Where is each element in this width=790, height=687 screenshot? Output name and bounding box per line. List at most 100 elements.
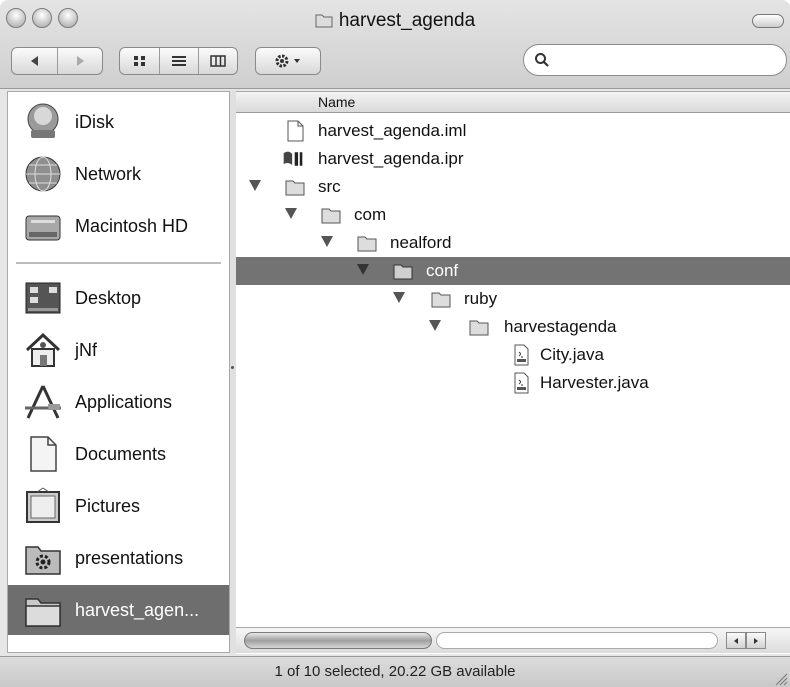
folder-icon bbox=[321, 208, 341, 224]
disclosure-triangle-icon[interactable] bbox=[285, 208, 297, 219]
list-item[interactable]: src bbox=[236, 173, 790, 201]
folder-icon bbox=[315, 14, 333, 28]
sidebar-item-label: Applications bbox=[75, 391, 173, 412]
folder-icon bbox=[285, 180, 305, 196]
search-input[interactable] bbox=[556, 49, 780, 73]
sidebar-item-idisk[interactable]: iDisk bbox=[8, 97, 229, 147]
disclosure-triangle-icon[interactable] bbox=[393, 292, 405, 303]
forward-arrow-icon bbox=[77, 56, 84, 66]
list-view-icon bbox=[172, 56, 186, 66]
column-header-label: Name bbox=[318, 94, 356, 110]
sidebar-item-network[interactable]: Network bbox=[8, 149, 229, 199]
list-item-label: src bbox=[318, 177, 341, 196]
list-item[interactable]: ruby bbox=[236, 285, 790, 313]
icon-view-button[interactable] bbox=[120, 48, 160, 74]
folder-icon bbox=[393, 264, 413, 280]
navigation-segment bbox=[11, 47, 103, 75]
sidebar-item-label: Macintosh HD bbox=[75, 215, 189, 236]
home-icon bbox=[21, 328, 65, 372]
idisk-icon bbox=[21, 100, 65, 144]
sidebar-item-label: Network bbox=[75, 163, 142, 184]
list-item[interactable]: Harvester.java bbox=[236, 369, 790, 397]
right-arrow-icon bbox=[754, 637, 758, 644]
resize-grip-icon[interactable] bbox=[772, 670, 788, 686]
folder-icon bbox=[431, 292, 451, 308]
sidebar-divider bbox=[16, 262, 221, 264]
sidebar-item-harvest-agenda[interactable]: harvest_agen... bbox=[8, 585, 229, 635]
list-item-label: nealford bbox=[390, 233, 452, 252]
list-item-label: harvest_agenda.iml bbox=[318, 121, 467, 140]
column-header-name[interactable]: Name bbox=[236, 92, 790, 113]
project-file-icon bbox=[283, 151, 303, 166]
sidebar-item-desktop[interactable]: Desktop bbox=[8, 273, 229, 323]
list-view-button[interactable] bbox=[160, 48, 199, 74]
toolbar-toggle-button[interactable] bbox=[752, 14, 784, 28]
sidebar-item-label: presentations bbox=[75, 547, 184, 568]
search-icon bbox=[535, 53, 549, 67]
window-title-text: harvest_agenda bbox=[338, 10, 476, 31]
scroll-left-button[interactable] bbox=[726, 632, 746, 649]
sidebar-item-jnf[interactable]: jNf bbox=[8, 325, 229, 375]
list-item-label: conf bbox=[426, 261, 459, 280]
left-arrow-icon bbox=[734, 637, 738, 644]
sidebar-item-label: jNf bbox=[75, 339, 97, 360]
disclosure-triangle-icon[interactable] bbox=[321, 236, 333, 247]
finder-window: harvest_agenda iDisk Network Macintosh H… bbox=[0, 0, 790, 687]
icon-view-icon bbox=[133, 56, 145, 66]
sidebar-item-label: harvest_agen... bbox=[75, 599, 200, 620]
list-item[interactable]: City.java bbox=[236, 341, 790, 369]
search-field[interactable] bbox=[523, 44, 787, 76]
list-item-label: ruby bbox=[464, 289, 498, 308]
list-item-label: harvestagenda bbox=[504, 317, 617, 336]
sidebar-item-macintosh-hd[interactable]: Macintosh HD bbox=[8, 201, 229, 251]
folder-icon bbox=[357, 236, 377, 252]
gear-folder-icon bbox=[21, 536, 65, 580]
forward-button[interactable] bbox=[58, 48, 102, 74]
document-icon bbox=[21, 432, 65, 476]
list-item[interactable]: harvestagenda bbox=[236, 313, 790, 341]
status-bar: 1 of 10 selected, 20.22 GB available bbox=[0, 656, 790, 687]
list-item-label: City.java bbox=[540, 345, 604, 364]
gear-icon bbox=[275, 54, 300, 68]
sidebar-item-label: Desktop bbox=[75, 287, 142, 308]
view-segment bbox=[119, 47, 238, 75]
applications-icon bbox=[21, 380, 65, 424]
splitter-grip bbox=[231, 366, 234, 369]
action-menu-button[interactable] bbox=[255, 47, 321, 75]
sidebar-item-presentations[interactable]: presentations bbox=[8, 533, 229, 583]
sidebar: iDisk Network Macintosh HD Desktop jNf A… bbox=[7, 91, 230, 653]
back-arrow-icon bbox=[30, 56, 38, 66]
disclosure-triangle-icon[interactable] bbox=[429, 320, 441, 331]
sidebar-item-label: Pictures bbox=[75, 495, 141, 516]
list-item-label: com bbox=[354, 205, 387, 224]
list-item-selected[interactable]: conf bbox=[236, 257, 790, 285]
window-title: harvest_agenda bbox=[0, 10, 790, 32]
pictures-icon bbox=[21, 484, 65, 528]
sidebar-item-applications[interactable]: Applications bbox=[8, 377, 229, 427]
list-item[interactable]: nealford bbox=[236, 229, 790, 257]
hard-drive-icon bbox=[21, 204, 65, 248]
scrollbar-track[interactable] bbox=[436, 632, 718, 649]
status-text: 1 of 10 selected, 20.22 GB available bbox=[274, 663, 516, 680]
sidebar-item-label: iDisk bbox=[75, 111, 114, 132]
sidebar-item-documents[interactable]: Documents bbox=[8, 429, 229, 479]
disclosure-triangle-icon[interactable] bbox=[357, 264, 369, 275]
column-view-icon bbox=[210, 55, 226, 67]
network-globe-icon bbox=[21, 152, 65, 196]
list-item-label: harvest_agenda.ipr bbox=[318, 149, 464, 168]
column-view-button[interactable] bbox=[199, 48, 237, 74]
java-file-icon bbox=[514, 344, 529, 366]
file-list: Name harvest_agenda.iml harvest_agenda.i… bbox=[236, 91, 790, 654]
document-icon bbox=[287, 120, 304, 142]
desktop-icon bbox=[21, 276, 65, 320]
list-item[interactable]: com bbox=[236, 201, 790, 229]
back-button[interactable] bbox=[12, 48, 58, 74]
sidebar-item-pictures[interactable]: Pictures bbox=[8, 481, 229, 531]
scrollbar-thumb[interactable] bbox=[244, 632, 432, 649]
list-item[interactable]: harvest_agenda.ipr bbox=[236, 145, 790, 173]
list-item[interactable]: harvest_agenda.iml bbox=[236, 117, 790, 145]
disclosure-triangle-icon[interactable] bbox=[249, 180, 261, 191]
list-item-label: Harvester.java bbox=[540, 373, 649, 392]
scroll-right-button[interactable] bbox=[746, 632, 766, 649]
horizontal-scrollbar[interactable] bbox=[236, 627, 790, 653]
